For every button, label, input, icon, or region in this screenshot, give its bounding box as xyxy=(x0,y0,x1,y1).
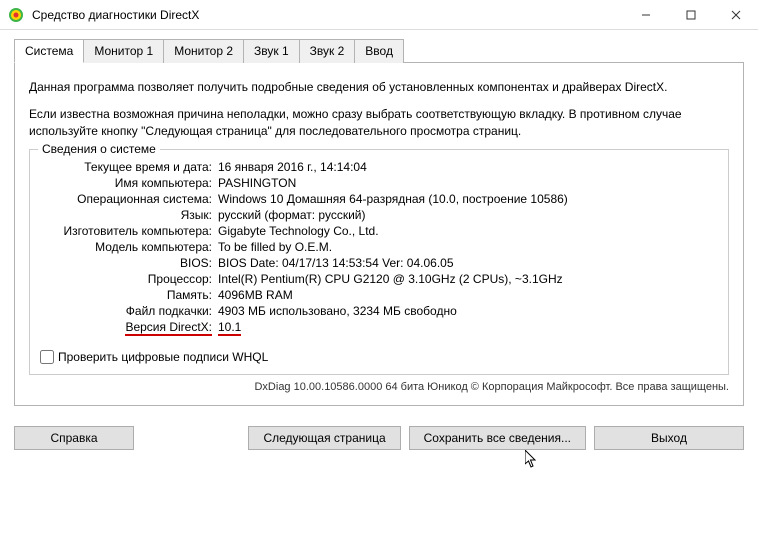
value-lang: русский (формат: русский) xyxy=(218,208,718,222)
window-title: Средство диагностики DirectX xyxy=(32,8,623,22)
tab-panel-system: Данная программа позволяет получить подр… xyxy=(14,63,744,406)
label-computer: Имя компьютера: xyxy=(40,176,218,190)
next-page-button[interactable]: Следующая страница xyxy=(248,426,400,450)
minimize-button[interactable] xyxy=(623,0,668,30)
whql-row: Проверить цифровые подписи WHQL xyxy=(40,350,718,364)
value-os: Windows 10 Домашняя 64-разрядная (10.0, … xyxy=(218,192,718,206)
app-icon xyxy=(8,7,24,23)
row-model: Модель компьютера:To be filled by O.E.M. xyxy=(40,240,718,254)
exit-button[interactable]: Выход xyxy=(594,426,744,450)
save-all-button[interactable]: Сохранить все сведения... xyxy=(409,426,586,450)
maximize-button[interactable] xyxy=(668,0,713,30)
row-computer: Имя компьютера:PASHINGTON xyxy=(40,176,718,190)
label-pagefile: Файл подкачки: xyxy=(40,304,218,318)
value-bios: BIOS Date: 04/17/13 14:53:54 Ver: 04.06.… xyxy=(218,256,718,270)
whql-checkbox[interactable] xyxy=(40,350,54,364)
tab-sound-1[interactable]: Звук 1 xyxy=(243,39,300,63)
row-vendor: Изготовитель компьютера:Gigabyte Technol… xyxy=(40,224,718,238)
value-model: To be filled by O.E.M. xyxy=(218,240,718,254)
row-cpu: Процессор:Intel(R) Pentium(R) CPU G2120 … xyxy=(40,272,718,286)
label-ram: Память: xyxy=(40,288,218,302)
value-vendor: Gigabyte Technology Co., Ltd. xyxy=(218,224,718,238)
footer-text: DxDiag 10.00.10586.0000 64 бита Юникод ©… xyxy=(29,381,729,393)
tab-system[interactable]: Система xyxy=(14,39,84,63)
tab-monitor-2[interactable]: Монитор 2 xyxy=(163,39,244,63)
label-directx: Версия DirectX: xyxy=(40,320,218,336)
value-cpu: Intel(R) Pentium(R) CPU G2120 @ 3.10GHz … xyxy=(218,272,718,286)
tab-sound-2[interactable]: Звук 2 xyxy=(299,39,356,63)
label-vendor: Изготовитель компьютера: xyxy=(40,224,218,238)
label-os: Операционная система: xyxy=(40,192,218,206)
row-lang: Язык:русский (формат: русский) xyxy=(40,208,718,222)
intro-text: Данная программа позволяет получить подр… xyxy=(29,79,729,139)
button-bar: Справка Следующая страница Сохранить все… xyxy=(0,416,758,462)
row-os: Операционная система:Windows 10 Домашняя… xyxy=(40,192,718,206)
help-button[interactable]: Справка xyxy=(14,426,134,450)
titlebar: Средство диагностики DirectX xyxy=(0,0,758,30)
intro-paragraph-2: Если известна возможная причина неполадк… xyxy=(29,106,729,140)
value-computer: PASHINGTON xyxy=(218,176,718,190)
row-bios: BIOS:BIOS Date: 04/17/13 14:53:54 Ver: 0… xyxy=(40,256,718,270)
tab-monitor-1[interactable]: Монитор 1 xyxy=(83,39,164,63)
label-bios: BIOS: xyxy=(40,256,218,270)
group-legend: Сведения о системе xyxy=(38,142,160,156)
tab-strip: Система Монитор 1 Монитор 2 Звук 1 Звук … xyxy=(14,38,744,63)
intro-paragraph-1: Данная программа позволяет получить подр… xyxy=(29,79,729,96)
value-ram: 4096MB RAM xyxy=(218,288,718,302)
tab-input[interactable]: Ввод xyxy=(354,39,404,63)
row-ram: Память:4096MB RAM xyxy=(40,288,718,302)
row-pagefile: Файл подкачки:4903 МБ использовано, 3234… xyxy=(40,304,718,318)
label-model: Модель компьютера: xyxy=(40,240,218,254)
label-lang: Язык: xyxy=(40,208,218,222)
value-datetime: 16 января 2016 г., 14:14:04 xyxy=(218,160,718,174)
label-cpu: Процессор: xyxy=(40,272,218,286)
label-datetime: Текущее время и дата: xyxy=(40,160,218,174)
close-button[interactable] xyxy=(713,0,758,30)
value-directx: 10.1 xyxy=(218,320,718,336)
value-pagefile: 4903 МБ использовано, 3234 МБ свободно xyxy=(218,304,718,318)
system-info-group: Сведения о системе Текущее время и дата:… xyxy=(29,149,729,375)
row-datetime: Текущее время и дата:16 января 2016 г., … xyxy=(40,160,718,174)
row-directx: Версия DirectX:10.1 xyxy=(40,320,718,336)
whql-label[interactable]: Проверить цифровые подписи WHQL xyxy=(58,350,268,364)
